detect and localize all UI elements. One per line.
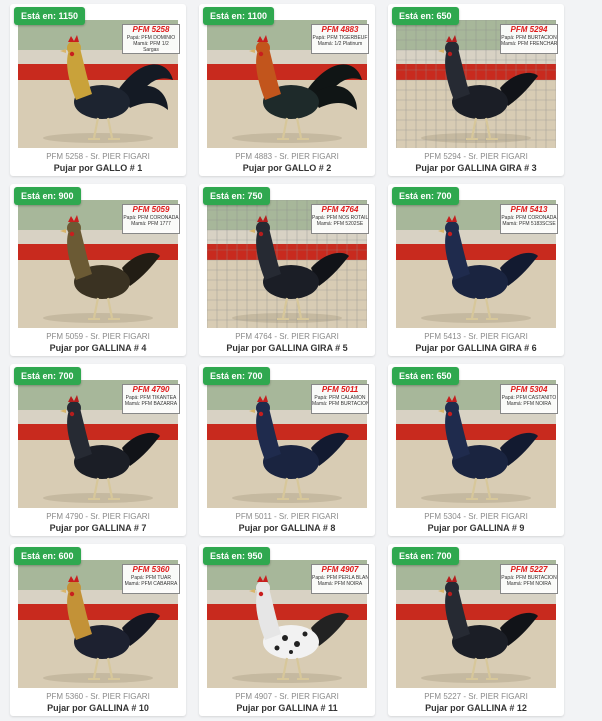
bid-link[interactable]: Pujar por GALLO # 2	[199, 163, 375, 173]
pedigree-tag: PFM 5294 Papá: PFM BURTACIÓN Mamá: PFM F…	[500, 24, 558, 54]
pedigree-tag: PFM 5258 Papá: PFM DOMINIO Mamá: PFM 1/2…	[122, 24, 180, 54]
pedigree-tag: PFM 5227 Papá: PFM BURTACIÓN Mamá: PFM N…	[500, 564, 558, 594]
pedigree-mother: Mamá: 1/2 Platinum	[317, 41, 363, 47]
auction-card[interactable]: Está en: 750 PFM 4764 Papá: PFM NOS ROTA…	[199, 184, 375, 356]
pedigree-code: PFM 4883	[321, 25, 359, 34]
pedigree-mother: Mamá: PFM NOIRA	[506, 401, 552, 407]
bid-link[interactable]: Pujar por GALLO # 1	[10, 163, 186, 173]
pedigree-mother: Mamá: PFM CABARRA	[124, 581, 178, 587]
pedigree-mother: Mamá: PFM FRENCHARTS	[501, 41, 557, 47]
auction-card[interactable]: Está en: 700 PFM 5227 Papá: PFM BURTACIÓ…	[388, 544, 564, 716]
bid-link[interactable]: Pujar por GALLINA # 9	[388, 523, 564, 533]
auction-card[interactable]: Está en: 600 PFM 5360 Papá: PFM TUAR Mam…	[10, 544, 186, 716]
bid-link[interactable]: Pujar por GALLINA # 11	[199, 703, 375, 713]
bid-link[interactable]: Pujar por GALLINA GIRA # 6	[388, 343, 564, 353]
pedigree-tag: PFM 4883 Papá: PFM TIGERBEUF Mamá: 1/2 P…	[311, 24, 369, 54]
price-badge: Está en: 600	[14, 547, 81, 565]
bid-link[interactable]: Pujar por GALLINA # 8	[199, 523, 375, 533]
lot-owner-caption: PFM 5413 - Sr. PIER FIGARI	[424, 332, 528, 341]
price-badge: Está en: 1100	[203, 7, 275, 25]
price-badge: Está en: 750	[203, 187, 270, 205]
auction-grid: Está en: 1150 PFM 5258 Papá: PFM DOMINIO…	[0, 0, 602, 721]
lot-owner-caption: PFM 5304 - Sr. PIER FIGARI	[424, 512, 528, 521]
price-badge: Está en: 700	[392, 187, 459, 205]
pedigree-code: PFM 5304	[510, 385, 548, 394]
pedigree-mother: Mamá: PFM NOIRA	[317, 581, 363, 587]
lot-owner-caption: PFM 5011 - Sr. PIER FIGARI	[235, 512, 339, 521]
auction-card[interactable]: Está en: 1100 PFM 4883 Papá: PFM TIGERBE…	[199, 4, 375, 176]
pedigree-mother: Mamá: PFM BAZARRA	[124, 401, 178, 407]
pedigree-tag: PFM 4764 Papá: PFM NOS ROTAIL Mamá: PFM …	[311, 204, 369, 234]
pedigree-tag: PFM 5304 Papá: PFM CASTAÑITO Mamá: PFM N…	[500, 384, 558, 414]
bid-link[interactable]: Pujar por GALLINA GIRA # 3	[388, 163, 564, 173]
pedigree-tag: PFM 5413 Papá: PFM CORONADA Mamá: PFM 51…	[500, 204, 558, 234]
pedigree-code: PFM 4764	[321, 205, 359, 214]
pedigree-code: PFM 5011	[321, 385, 359, 394]
pedigree-code: PFM 5258	[132, 25, 170, 34]
bid-link[interactable]: Pujar por GALLINA # 12	[388, 703, 564, 713]
price-badge: Está en: 950	[203, 547, 270, 565]
auction-card[interactable]: Está en: 950 PFM 4907 Papá: PFM PERLA BL…	[199, 544, 375, 716]
pedigree-extra: Sargas	[143, 47, 159, 53]
pedigree-code: PFM 5059	[132, 205, 170, 214]
pedigree-code: PFM 4790	[132, 385, 170, 394]
bid-link[interactable]: Pujar por GALLINA # 7	[10, 523, 186, 533]
lot-owner-caption: PFM 5360 - Sr. PIER FIGARI	[46, 692, 150, 701]
price-badge: Está en: 700	[14, 367, 81, 385]
pedigree-mother: Mamá: PFM 5183SCSE	[502, 221, 556, 227]
pedigree-mother: Mamá: PFM 1777	[131, 221, 171, 227]
pedigree-code: PFM 5227	[510, 565, 548, 574]
auction-card[interactable]: Está en: 1150 PFM 5258 Papá: PFM DOMINIO…	[10, 4, 186, 176]
price-badge: Está en: 650	[392, 7, 459, 25]
pedigree-tag: PFM 4907 Papá: PFM PERLA BLANCA Mamá: PF…	[311, 564, 369, 594]
auction-card[interactable]: Está en: 900 PFM 5059 Papá: PFM CORONADA…	[10, 184, 186, 356]
pedigree-mother: Mamá: PFM BURTACIÓN	[312, 401, 368, 407]
lot-owner-caption: PFM 5294 - Sr. PIER FIGARI	[424, 152, 528, 161]
auction-card[interactable]: Está en: 700 PFM 4790 Papá: PFM TIKANTEA…	[10, 364, 186, 536]
price-badge: Está en: 650	[392, 367, 459, 385]
bid-link[interactable]: Pujar por GALLINA GIRA # 5	[199, 343, 375, 353]
pedigree-tag: PFM 5059 Papá: PFM CORONADA Mamá: PFM 17…	[122, 204, 180, 234]
price-badge: Está en: 900	[14, 187, 81, 205]
auction-card[interactable]: Está en: 700 PFM 5413 Papá: PFM CORONADA…	[388, 184, 564, 356]
price-badge: Está en: 700	[392, 547, 459, 565]
pedigree-tag: PFM 5360 Papá: PFM TUAR Mamá: PFM CABARR…	[122, 564, 180, 594]
price-badge: Está en: 1150	[14, 7, 86, 25]
lot-owner-caption: PFM 4883 - Sr. PIER FIGARI	[235, 152, 339, 161]
auction-card[interactable]: Está en: 700 PFM 5011 Papá: PFM CALAMÓN …	[199, 364, 375, 536]
lot-owner-caption: PFM 4907 - Sr. PIER FIGARI	[235, 692, 339, 701]
lot-owner-caption: PFM 5227 - Sr. PIER FIGARI	[424, 692, 528, 701]
pedigree-code: PFM 4907	[321, 565, 359, 574]
lot-owner-caption: PFM 5258 - Sr. PIER FIGARI	[46, 152, 150, 161]
bid-link[interactable]: Pujar por GALLINA # 4	[10, 343, 186, 353]
price-badge: Está en: 700	[203, 367, 270, 385]
bid-link[interactable]: Pujar por GALLINA # 10	[10, 703, 186, 713]
pedigree-tag: PFM 4790 Papá: PFM TIKANTEA Mamá: PFM BA…	[122, 384, 180, 414]
pedigree-tag: PFM 5011 Papá: PFM CALAMÓN Mamá: PFM BUR…	[311, 384, 369, 414]
auction-card[interactable]: Está en: 650 PFM 5294 Papá: PFM BURTACIÓ…	[388, 4, 564, 176]
auction-card[interactable]: Está en: 650 PFM 5304 Papá: PFM CASTAÑIT…	[388, 364, 564, 536]
lot-owner-caption: PFM 4764 - Sr. PIER FIGARI	[235, 332, 339, 341]
pedigree-mother: Mamá: PFM NOIRA	[506, 581, 552, 587]
pedigree-code: PFM 5294	[510, 25, 548, 34]
lot-owner-caption: PFM 5059 - Sr. PIER FIGARI	[46, 332, 150, 341]
pedigree-code: PFM 5360	[132, 565, 170, 574]
lot-owner-caption: PFM 4790 - Sr. PIER FIGARI	[46, 512, 150, 521]
pedigree-mother: Mamá: PFM 5202SE	[316, 221, 364, 227]
pedigree-code: PFM 5413	[510, 205, 548, 214]
